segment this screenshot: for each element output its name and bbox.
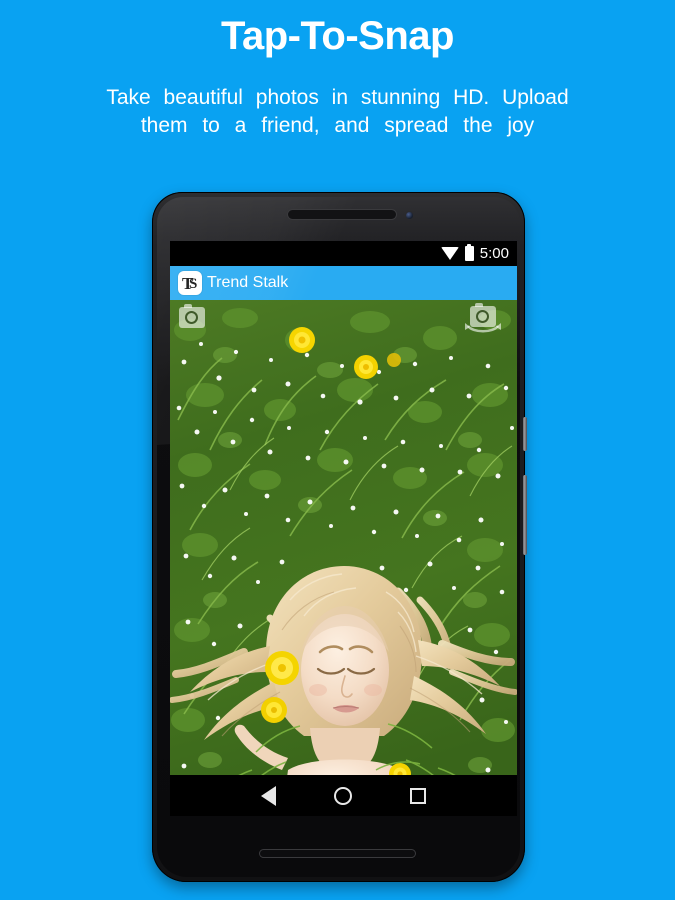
promo-header: Tap-To-Snap Take beautiful photos in stu… — [0, 0, 675, 140]
nav-back-button[interactable] — [261, 785, 276, 806]
nav-recents-button[interactable] — [410, 787, 426, 804]
app-bar: T S Trend Stalk — [170, 266, 517, 300]
trend-stalk-logo-icon: T S — [178, 271, 202, 295]
promo-subtitle: Take beautiful photos in stunning HD. Up… — [58, 60, 618, 140]
rotate-arrows-icon — [465, 323, 501, 333]
wifi-icon — [440, 246, 459, 260]
status-bar: 5:00 — [170, 241, 517, 266]
app-bar-title: Trend Stalk — [207, 274, 289, 291]
photo-viewfinder[interactable] — [170, 300, 517, 816]
volume-rocker[interactable] — [523, 475, 527, 555]
power-button[interactable] — [523, 417, 527, 451]
android-nav-bar — [170, 775, 517, 816]
camera-icon — [185, 311, 198, 324]
front-camera-lens — [406, 212, 413, 219]
phone-device: 5:00 T S Trend Stalk — [152, 192, 527, 882]
promo-subtitle-line-2: them to a friend, and spread the joy — [140, 114, 535, 137]
battery-full-icon — [464, 243, 474, 261]
grass-meadow-photo — [170, 300, 517, 816]
promo-subtitle-line-1: Take beautiful photos in stunning HD. Up… — [106, 86, 569, 109]
capture-photo-button[interactable] — [179, 304, 205, 328]
page-title: Tap-To-Snap — [221, 14, 454, 58]
nav-home-button[interactable] — [334, 786, 352, 805]
phone-front-glass: 5:00 T S Trend Stalk — [157, 197, 520, 877]
status-bar-time: 5:00 — [479, 245, 509, 262]
switch-camera-button[interactable] — [465, 303, 501, 333]
logo-letter-s: S — [189, 276, 198, 292]
bottom-speaker-grille — [260, 850, 415, 857]
phone-screen: 5:00 T S Trend Stalk — [170, 241, 517, 816]
earpiece-speaker — [288, 210, 396, 219]
